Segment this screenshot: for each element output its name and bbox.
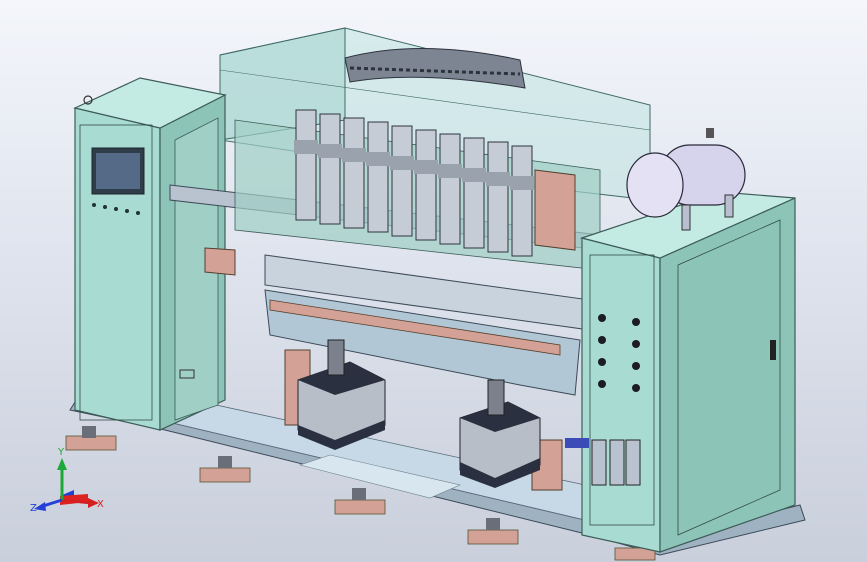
coordinate-triad: Y X Z — [30, 447, 104, 514]
machine-model: Y X Z — [30, 27, 806, 561]
actuator — [486, 141, 510, 253]
triad-z-label: Z — [30, 503, 37, 514]
actuator — [414, 129, 438, 241]
actuator — [510, 145, 534, 257]
actuator — [342, 117, 366, 229]
press-cylinder-right — [459, 379, 541, 488]
actuator — [318, 113, 342, 225]
actuator — [390, 125, 414, 237]
foot-4 — [467, 518, 519, 545]
foot-1 — [65, 426, 117, 451]
foot-2 — [199, 456, 251, 483]
actuator — [462, 137, 486, 249]
triad-y-label: Y — [57, 447, 65, 458]
actuator — [438, 133, 462, 245]
right-electrical-cabinet — [565, 191, 796, 553]
actuator — [366, 121, 390, 233]
actuator — [294, 109, 318, 221]
left-control-cabinet — [73, 77, 227, 431]
air-filter-regulator — [565, 438, 641, 486]
triad-x-label: X — [97, 499, 104, 510]
cad-viewport[interactable]: Y X Z — [0, 0, 867, 562]
press-cylinder-left — [297, 339, 386, 450]
foot-3 — [334, 488, 386, 515]
